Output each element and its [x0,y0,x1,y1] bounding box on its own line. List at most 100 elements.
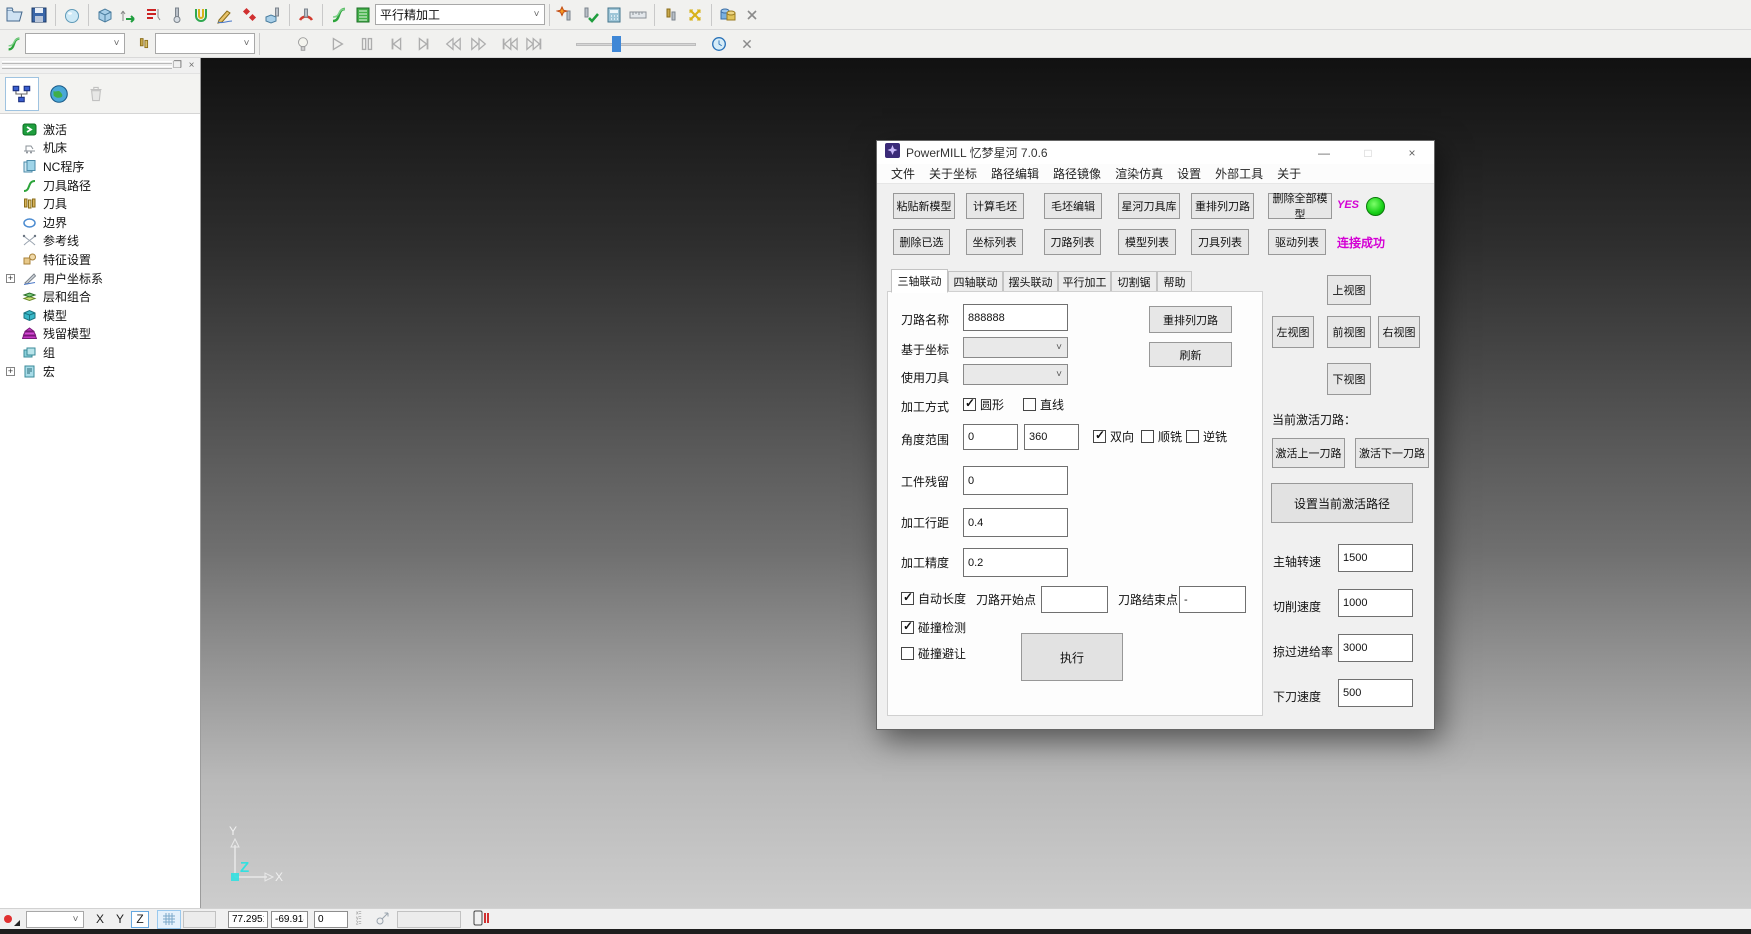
activate-next-button[interactable]: 激活下一刀路 [1355,438,1429,468]
workplane-points-icon[interactable] [237,3,261,27]
close-toolbar-icon[interactable] [736,33,758,55]
tool-library-button[interactable]: 星河刀具库 [1118,193,1180,219]
tree-item-workplane[interactable]: +用户坐标系 [0,269,200,288]
explorer-tree-tab[interactable] [5,77,39,111]
calc-blank-button[interactable]: 计算毛坯 [966,193,1024,219]
coord-x-field[interactable] [228,911,268,928]
delete-selected-button[interactable]: 删除已选 [893,229,950,255]
tree-item-activate[interactable]: 激活 [0,120,200,139]
status-combobox[interactable]: ˅ [26,911,84,928]
tab-parallel[interactable]: 平行加工 [1058,271,1111,292]
go-end-icon[interactable] [524,33,546,55]
end-point-input[interactable] [1179,586,1246,613]
collision-avoid-checkbox[interactable] [901,647,914,660]
toolpath-block-icon[interactable] [261,3,285,27]
save-project-icon[interactable] [27,3,51,27]
rapid-heights-icon[interactable] [117,3,141,27]
close-panel-icon[interactable]: × [185,59,198,72]
angle-start-input[interactable] [963,424,1018,450]
open-project-icon[interactable] [3,3,27,27]
activate-prev-button[interactable]: 激活上一刀路 [1272,438,1345,468]
swap-axes-icon[interactable] [683,3,707,27]
close-button[interactable]: × [1390,141,1434,164]
drag-handle[interactable] [2,66,172,69]
tree-item-feature-set[interactable]: 特征设置 [0,250,200,269]
skim-feed-input[interactable] [1338,634,1413,662]
rearrange-button[interactable]: 重排列刀路 [1149,306,1232,333]
sim-tool-combobox[interactable]: ˅ [155,33,255,54]
blank-icon[interactable] [60,3,84,27]
clock-icon[interactable] [708,33,730,55]
axis-z-button[interactable]: Z [131,911,149,928]
view-top-button[interactable]: 上视图 [1327,275,1371,305]
toolpath-icon[interactable] [3,33,25,55]
sim-toolpath-combobox[interactable]: ˅ [25,33,125,54]
clipboard-columns-icon[interactable] [473,910,491,929]
view-bottom-button[interactable]: 下视图 [1327,363,1371,395]
expand-icon[interactable]: + [6,274,15,283]
line-checkbox[interactable] [1023,398,1036,411]
dialog-titlebar[interactable]: PowerMILL 忆梦星河 7.0.6 — □ × [877,141,1434,164]
axis-x-button[interactable]: X [92,911,108,928]
tree-item-model[interactable]: 模型 [0,306,200,325]
sim-speed-slider[interactable] [576,35,696,53]
paste-new-model-button[interactable]: 粘贴新模型 [893,193,955,219]
rearrange-toolpaths-button[interactable]: 重排列刀路 [1191,193,1254,219]
maximize-button[interactable]: □ [1346,141,1390,164]
coord-z-field[interactable] [314,911,348,928]
bidirectional-checkbox[interactable] [1093,430,1106,443]
climb-checkbox[interactable] [1141,430,1154,443]
collision-check-icon[interactable] [294,3,318,27]
conventional-checkbox[interactable] [1186,430,1199,443]
strategy-list-icon[interactable] [351,3,375,27]
model-list-button[interactable]: 模型列表 [1118,229,1176,255]
menu-render-sim[interactable]: 渲染仿真 [1109,164,1169,183]
minimize-button[interactable]: — [1302,141,1346,164]
tool-icon[interactable] [165,3,189,27]
circle-checkbox[interactable] [963,398,976,411]
tree-item-tools[interactable]: 刀具 [0,194,200,213]
axis-y-button[interactable]: Y [112,911,128,928]
menu-external-tools[interactable]: 外部工具 [1209,164,1269,183]
toolpath-icon[interactable] [327,3,351,27]
tool-icon[interactable] [133,33,155,55]
close-toolbar-icon[interactable] [740,3,764,27]
fast-forward-icon[interactable] [468,33,490,55]
step-forward-icon[interactable] [412,33,434,55]
tool-list-button[interactable]: 刀具列表 [1191,229,1249,255]
block-icon[interactable] [93,3,117,27]
menu-path-edit[interactable]: 路径编辑 [985,164,1045,183]
lightbulb-icon[interactable] [292,33,314,55]
menu-about-coords[interactable]: 关于坐标 [923,164,983,183]
tree-item-boundary[interactable]: 边界 [0,213,200,232]
collision-check-checkbox[interactable] [901,621,914,634]
tolerance-input[interactable] [963,548,1068,577]
tree-item-toolpath[interactable]: 刀具路径 [0,176,200,195]
measure-icon[interactable] [626,3,650,27]
tab-saw[interactable]: 切割锯 [1111,271,1157,292]
slider-thumb[interactable] [612,36,621,52]
go-start-icon[interactable] [498,33,520,55]
plunge-feed-input[interactable] [1338,679,1413,707]
toolpath-name-input[interactable] [963,304,1068,331]
tool-pair-icon[interactable] [659,3,683,27]
tab-4axis[interactable]: 四轴联动 [948,271,1003,292]
base-coord-combobox[interactable]: ˅ [963,337,1068,358]
web-globe-tab[interactable] [42,77,76,111]
grid-toggle-button[interactable] [157,910,181,929]
auto-length-checkbox[interactable] [901,592,914,605]
workplane-compass-icon[interactable] [375,910,391,929]
drag-handle[interactable] [2,61,172,64]
tree-item-pattern[interactable]: 参考线 [0,232,200,251]
coord-list-button[interactable]: 坐标列表 [966,229,1023,255]
rewind-icon[interactable] [442,33,464,55]
calculator-icon[interactable] [602,3,626,27]
view-front-button[interactable]: 前视图 [1327,316,1371,348]
stock-remain-input[interactable] [963,466,1068,495]
coord-y-field[interactable] [271,911,308,928]
tree-item-stock-model[interactable]: 残留模型 [0,325,200,344]
tree-item-group[interactable]: 组 [0,343,200,362]
spindle-speed-input[interactable] [1338,544,1413,572]
use-tool-combobox[interactable]: ˅ [963,364,1068,385]
menu-about[interactable]: 关于 [1271,164,1307,183]
